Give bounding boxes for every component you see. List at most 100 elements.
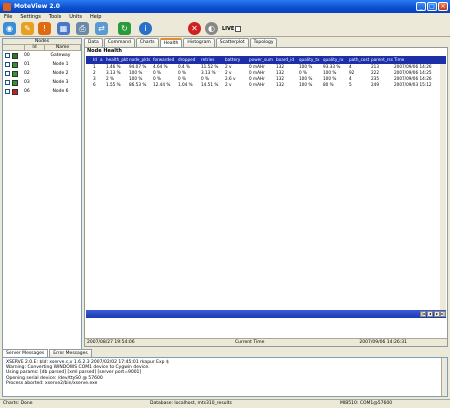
health-grid: Id a health_pkts node_pkts forwarded dropped r… xyxy=(86,56,446,318)
tab-topology[interactable]: Topology xyxy=(249,38,278,47)
print-icon[interactable]: ⎙ xyxy=(76,22,89,35)
table-cell: 1.55 % xyxy=(106,82,121,87)
info-icon[interactable]: i xyxy=(139,22,152,35)
node-id: 02 xyxy=(24,71,30,76)
col-header[interactable]: parent_rssi xyxy=(370,56,393,64)
table-cell: 2 v xyxy=(225,82,232,87)
table-cell: 12.44 % xyxy=(153,82,171,87)
network-icon[interactable]: ⇄ xyxy=(95,22,108,35)
col-header[interactable]: board_id xyxy=(275,56,298,64)
tab-error-messages[interactable]: Error Messages xyxy=(49,349,92,357)
close-button[interactable]: × xyxy=(438,2,448,11)
node-checkbox[interactable] xyxy=(5,89,10,94)
node-row[interactable]: 03 Node 3 xyxy=(3,78,81,87)
node-name: Node 1 xyxy=(52,62,69,67)
nodes-panel: Nodes Id Name 00 Gateway 01 Node 1 02 Node 20… xyxy=(2,38,82,371)
table-cell: 80 % xyxy=(323,82,334,87)
col-header[interactable]: power_sum xyxy=(248,56,275,64)
menu-settings[interactable]: Settings xyxy=(16,14,45,20)
tab-command[interactable]: Command xyxy=(103,38,135,47)
node-id: 00 xyxy=(24,53,30,58)
tab-scatterplot[interactable]: Scatterplot xyxy=(215,38,249,47)
node-row[interactable]: 00 Gateway xyxy=(3,51,81,60)
stop-icon[interactable]: ✕ xyxy=(188,22,201,35)
table-cell: 14.51 % xyxy=(201,82,219,87)
menu-units[interactable]: Units xyxy=(65,14,86,20)
console-scrollbar[interactable] xyxy=(441,358,447,396)
database-icon[interactable]: ◉ xyxy=(3,22,16,35)
col-header[interactable]: path_cost xyxy=(348,56,370,64)
node-row[interactable]: 01 Node 1 xyxy=(3,60,81,69)
table-cell: 2007/09/03 15:12 xyxy=(394,82,432,87)
last-icon[interactable]: ▸| xyxy=(440,311,446,317)
status-db: Database: localhost, mts310_results xyxy=(150,401,232,406)
col-header[interactable]: quality_tx xyxy=(298,56,322,64)
table-cell: 132 xyxy=(276,82,284,87)
node-checkbox[interactable] xyxy=(5,62,10,67)
col-header[interactable]: node_pkts xyxy=(128,56,152,64)
status-bar: Charts: Done Database: localhost, mts310… xyxy=(0,399,450,408)
table-cell: 0 mAHr xyxy=(249,82,265,87)
minimize-button[interactable]: _ xyxy=(416,2,426,11)
vertical-scrollbar[interactable] xyxy=(440,64,446,318)
col-header[interactable]: quality_rx xyxy=(322,56,348,64)
menu-bar: File Settings Tools Units Help xyxy=(0,13,450,21)
col-header[interactable]: forwarded xyxy=(152,56,177,64)
alert-icon[interactable]: ! xyxy=(38,22,51,35)
status-left: Charts: Done xyxy=(3,401,33,406)
horizontal-bar[interactable]: |◂ ◂ ▸ ▸| xyxy=(86,310,446,318)
node-checkbox[interactable] xyxy=(5,80,10,85)
table-cell: 5 xyxy=(349,82,352,87)
tab-charts[interactable]: Charts xyxy=(135,38,159,47)
toolbar: ◉ ✎ ! ▦ ⎙ ⇄ ↻ i ✕ ◐ LIVE xyxy=(0,21,450,37)
tab-data[interactable]: Data xyxy=(84,38,103,47)
timeline-label: Current Time xyxy=(235,340,265,345)
table-row[interactable]: 6 1.55 % 86.53 % 12.44 % 1.04 % 14.51 % 2 v 0 m… xyxy=(86,82,446,88)
main-tabs: Data Command Charts Health Histogram Scatterp… xyxy=(84,38,278,48)
node-id: 01 xyxy=(24,62,30,67)
col-header[interactable]: Id xyxy=(92,56,99,64)
prev-icon[interactable]: ◂ xyxy=(427,311,433,317)
grid-body: 1 1.46 % 94.07 % 4.64 % 0.4 % 11.52 % 2 v0 mAH… xyxy=(86,64,446,88)
health-panel: Node Health Id a health_pkts node_pkts forwa… xyxy=(84,47,448,347)
table-cell: 6 xyxy=(93,82,96,87)
node-row[interactable]: 02 Node 2 xyxy=(3,69,81,78)
node-name: Node 2 xyxy=(52,71,69,76)
live-label: LIVE xyxy=(222,26,235,32)
col-id[interactable]: Id xyxy=(25,45,45,50)
refresh-icon[interactable]: ↻ xyxy=(118,22,131,35)
col-header[interactable]: dropped xyxy=(177,56,200,64)
pencil-icon[interactable]: ✎ xyxy=(21,22,34,35)
col-header[interactable]: battery xyxy=(224,56,248,64)
timeline-start: 2007/08/27 19:54:06 xyxy=(87,340,135,345)
table-cell: 86.53 % xyxy=(129,82,147,87)
col-header[interactable]: retries xyxy=(200,56,224,64)
node-row[interactable]: 06 Node 6 xyxy=(3,87,81,96)
col-name[interactable]: Name xyxy=(45,45,81,50)
pause-icon[interactable]: ◐ xyxy=(205,22,218,35)
menu-file[interactable]: File xyxy=(0,14,16,20)
calendar-icon[interactable]: ▦ xyxy=(57,22,70,35)
menu-tools[interactable]: Tools xyxy=(45,14,65,20)
col-header[interactable]: health_pkts xyxy=(105,56,128,64)
timeline-end: 2007/09/06 14:26:31 xyxy=(359,340,407,345)
node-id: 03 xyxy=(24,80,30,85)
node-checkbox[interactable] xyxy=(5,71,10,76)
console-tabs: Server Messages Error Messages xyxy=(2,349,93,357)
blank-col xyxy=(3,45,25,50)
console-line: Process aborted: xserve2/bin/xserve.exe xyxy=(6,380,98,386)
menu-help[interactable]: Help xyxy=(86,14,105,20)
col-header[interactable]: Time xyxy=(393,56,446,64)
status-port: MIB510: COM1@57600 xyxy=(340,401,393,406)
maximize-button[interactable]: □ xyxy=(427,2,437,11)
section-title: Node Health xyxy=(87,48,122,54)
tab-server-messages[interactable]: Server Messages xyxy=(2,349,49,357)
live-checkbox[interactable] xyxy=(235,26,241,32)
grid-header: Id a health_pkts node_pkts forwarded dropped r… xyxy=(86,56,446,64)
timeline-bar[interactable]: 2007/08/27 19:54:06 Current Time 2007/09… xyxy=(85,338,447,346)
tab-histogram[interactable]: Histogram xyxy=(183,38,215,47)
node-checkbox[interactable] xyxy=(5,53,10,58)
table-cell: 1.04 % xyxy=(178,82,193,87)
first-icon[interactable]: |◂ xyxy=(420,311,426,317)
node-list: 00 Gateway 01 Node 1 02 Node 2 03 Node 3 06 Node … xyxy=(3,51,81,96)
